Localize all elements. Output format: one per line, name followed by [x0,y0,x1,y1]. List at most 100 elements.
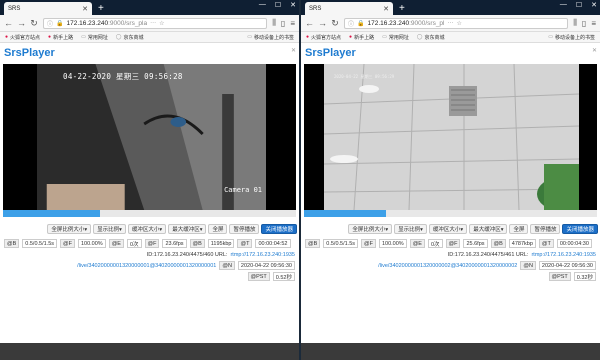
buffer-progress-bar[interactable] [3,210,296,217]
minimize-icon[interactable]: — [560,1,567,9]
url-text[interactable]: 172.16.23.240:9000/srs_pl [368,20,445,27]
back-icon[interactable]: ← [305,18,314,28]
sidebar-icon[interactable]: ▯ [281,19,285,28]
buffer-value: 0.5/0.5/1.5s [22,239,58,248]
library-icon[interactable]: ⫼ [272,18,276,28]
display-ratio-button[interactable]: 显示比例▾ [394,224,427,234]
time-value: 00:00:04:30 [556,239,592,248]
bookmark-newbie[interactable]: ● 新手上路 [349,34,374,41]
fullscreen-button[interactable]: 全屏 [509,224,529,234]
bookmark-star-icon[interactable]: ☆ [159,20,164,27]
close-tab-icon[interactable]: ✕ [82,5,88,13]
buffer-size-button[interactable]: 缓冲区大小▾ [428,224,468,234]
bookmark-jd[interactable]: ◯ 京东商城 [417,34,445,41]
minimize-icon[interactable]: — [259,1,266,9]
maximize-icon[interactable]: ☐ [576,1,582,9]
video-player[interactable]: 04-22-2020 星期三 09:56:28 Camera 01 [3,64,296,210]
now-label: @N [520,261,536,270]
insecure-lock-icon[interactable]: 🔒 [56,20,63,27]
bookmark-star-icon[interactable]: ☆ [457,20,462,27]
buffer-value: 0.5/0.5/1.5s [323,239,359,248]
bookmark-mobile[interactable]: ▭ 移动设备上的书签 [247,34,294,41]
back-icon[interactable]: ← [4,18,13,28]
more-icon[interactable]: ··· [150,20,156,27]
display-ratio-button[interactable]: 显示比例▾ [93,224,126,234]
page-bottom-area [301,343,600,360]
stats-row-4: @PST 0.52秒 [4,272,295,281]
full-ratio-button[interactable]: 全屏比例大小▾ [47,224,92,234]
info-icon[interactable]: ⓘ [348,19,354,28]
folder-icon: ▭ [382,34,387,40]
max-buffer-button[interactable]: 最大缓冲区▾ [168,224,207,234]
reload-icon[interactable]: ↻ [331,18,339,29]
video-player[interactable]: 2020-04-22 星期三 09:56:29 [304,64,597,210]
stream-url-link[interactable]: rtmp://172.16.23.240:1935 [531,252,596,258]
forward-icon[interactable]: → [318,18,327,28]
close-window-icon[interactable]: ✕ [591,1,597,9]
new-tab-icon[interactable]: + [399,2,405,15]
info-icon[interactable]: ⓘ [47,19,53,28]
pst-value: 0.52秒 [272,272,295,281]
page-content: SrsPlayer ✕ 2020-04-22 星期三 09:56:29 全屏比例… [301,43,600,360]
forward-icon[interactable]: → [17,18,26,28]
buffer-progress-fill [3,210,100,217]
url-bar[interactable]: ⓘ 🔒 172.16.23.240:9000/srs_pl ··· ☆ [344,17,569,29]
sidebar-icon[interactable]: ▯ [582,19,586,28]
stream-path-link[interactable]: /live/34020000001320000001@3402000000132… [77,263,216,269]
stats-row-4: @PST 0.32秒 [305,272,596,281]
hamburger-menu-icon[interactable]: ≡ [591,19,596,28]
bookmark-firefox[interactable]: ● 火狐官方站点 [306,34,341,41]
firefox-icon: ● [5,34,9,40]
player-controls: 全屏比例大小▾ 显示比例▾ 缓冲区大小▾ 最大缓冲区▾ 全屏 暂停播放 关闭播放… [2,224,297,234]
insecure-lock-icon[interactable]: 🔒 [357,20,364,27]
url-text[interactable]: 172.16.23.240:9000/srs_pla [67,20,148,27]
globe-icon: ◯ [416,34,423,40]
bookmark-newbie[interactable]: ● 新手上路 [48,34,73,41]
framerate-label: @F [445,239,461,248]
browser-tab[interactable]: SRS ✕ [305,2,393,15]
player-controls: 全屏比例大小▾ 显示比例▾ 缓冲区大小▾ 最大缓冲区▾ 全屏 暂停播放 关闭播放… [303,224,598,234]
buffer-size-button[interactable]: 缓冲区大小▾ [127,224,167,234]
bookmark-firefox[interactable]: ● 火狐官方站点 [5,34,40,41]
page-close-icon[interactable]: ✕ [592,47,597,54]
full-ratio-button[interactable]: 全屏比例大小▾ [348,224,393,234]
time-label: @T [237,239,253,248]
bookmarks-bar: ● 火狐官方站点 ● 新手上路 ▭ 常用网址 ◯ 京东商城 ▭ 移动设备上的书签 [301,32,600,43]
buffer-progress-bar[interactable] [304,210,597,217]
close-player-button[interactable]: 关闭播放器 [261,224,297,234]
stream-path-link[interactable]: /live/34020000001320000002@3402000000132… [378,263,517,269]
close-window-icon[interactable]: ✕ [290,1,296,9]
video-frame[interactable]: 2020-04-22 星期三 09:56:29 [324,64,579,210]
url-actions: ··· ☆ [448,20,462,27]
bookmark-jd[interactable]: ◯ 京东商城 [116,34,144,41]
library-icon[interactable]: ⫼ [573,18,577,28]
nav-bar: ← → ↻ ⓘ 🔒 172.16.23.240:9000/srs_pla ···… [0,15,299,32]
tab-title: SRS [8,5,21,12]
url-bar[interactable]: ⓘ 🔒 172.16.23.240:9000/srs_pla ··· ☆ [43,17,268,29]
reload-icon[interactable]: ↻ [30,18,38,29]
stream-url-link[interactable]: rtmp://172.16.23.240:1935 [230,252,295,258]
pause-button[interactable]: 暂停播放 [229,224,260,234]
bookmark-common[interactable]: ▭ 常用网址 [382,34,409,41]
page-close-icon[interactable]: ✕ [291,47,296,54]
stats-row-1: @B 0.5/0.5/1.5s @F 100.00% @E 0次 @F 25.6… [305,239,596,248]
close-player-button[interactable]: 关闭播放器 [562,224,598,234]
osd-camera-label: Camera 01 [224,186,262,194]
pause-button[interactable]: 暂停播放 [530,224,561,234]
new-tab-icon[interactable]: + [98,2,104,15]
bookmark-mobile[interactable]: ▭ 移动设备上的书签 [548,34,595,41]
more-icon[interactable]: ··· [448,20,454,27]
fullscreen-button[interactable]: 全屏 [208,224,228,234]
error-value: 0次 [427,239,443,248]
maximize-icon[interactable]: ☐ [275,1,281,9]
close-tab-icon[interactable]: ✕ [383,5,389,13]
tab-bar: SRS ✕ + — ☐ ✕ [0,0,299,15]
stream-id: ID:172.16.23.240/4475/460 URL: [146,251,228,258]
hamburger-menu-icon[interactable]: ≡ [290,19,295,28]
stats-row-1: @B 0.5/0.5/1.5s @F 100.00% @E 0次 @F 23.6… [4,239,295,248]
browser-tab[interactable]: SRS ✕ [4,2,92,15]
bookmark-common[interactable]: ▭ 常用网址 [81,34,108,41]
tab-title: SRS [309,5,322,12]
max-buffer-button[interactable]: 最大缓冲区▾ [469,224,508,234]
video-frame[interactable]: 04-22-2020 星期三 09:56:28 Camera 01 [37,64,266,210]
